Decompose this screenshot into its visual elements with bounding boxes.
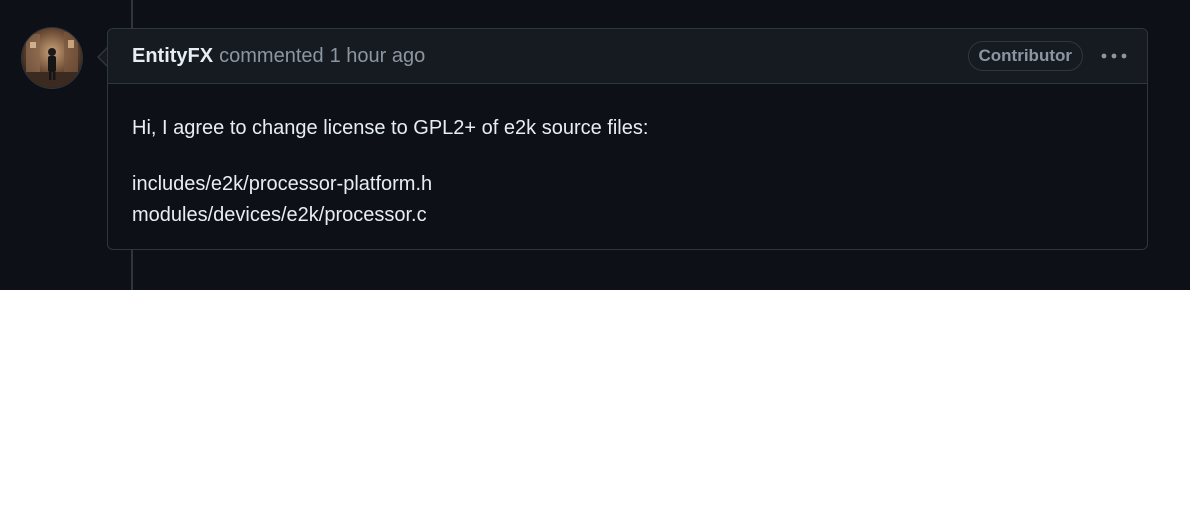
comment-header: EntityFX commented 1 hour ago Contributo… — [108, 29, 1147, 84]
author-avatar[interactable] — [22, 28, 82, 88]
file-path: modules/devices/e2k/processor.c — [132, 204, 427, 226]
comment-header-actions: Contributor — [967, 41, 1127, 71]
comment-body: Hi, I agree to change license to GPL2+ o… — [108, 84, 1147, 231]
comment-action-text: commented — [219, 44, 324, 67]
contributor-badge: Contributor — [967, 41, 1083, 71]
kebab-horizontal-icon — [1101, 53, 1127, 59]
avatar-photo — [22, 28, 82, 88]
file-path-list: includes/e2k/processor-platform.h module… — [132, 169, 1123, 231]
file-path: includes/e2k/processor-platform.h — [132, 173, 433, 195]
author-link[interactable]: EntityFX — [132, 45, 213, 68]
comment-intro-text: Hi, I agree to change license to GPL2+ o… — [132, 117, 649, 139]
comment-timestamp-link[interactable]: 1 hour ago — [330, 45, 426, 68]
comment-card: EntityFX commented 1 hour ago Contributo… — [107, 28, 1148, 250]
comment-options-button[interactable] — [1099, 43, 1129, 69]
